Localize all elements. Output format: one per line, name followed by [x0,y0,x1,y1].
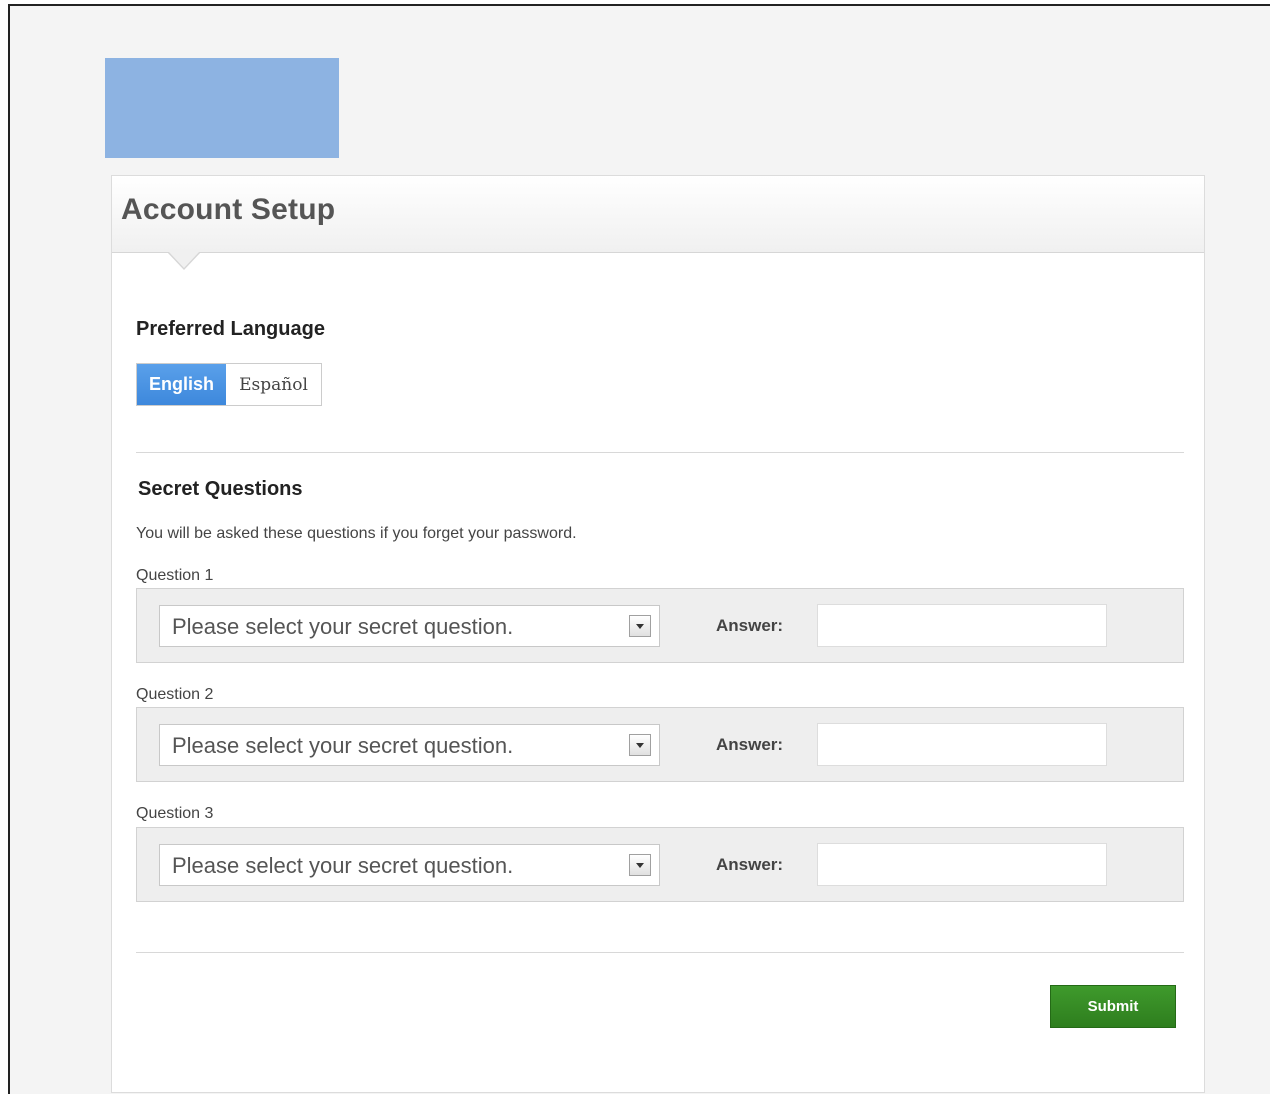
question-1-answer-label: Answer: [716,616,784,635]
logo-placeholder [105,58,339,158]
chevron-down-icon[interactable] [629,734,651,756]
language-option-espanol[interactable]: Español [226,364,321,405]
question-3-select-value: Please select your secret question. [172,853,514,878]
page-title: Account Setup [121,193,336,226]
language-toggle: English Español [136,363,322,406]
question-1-answer-input[interactable] [817,604,1107,647]
question-3-answer-label: Answer: [716,855,784,874]
question-2-answer-label: Answer: [716,735,784,754]
question-1-row: Please select your secret question. Answ… [136,588,1184,663]
question-2-answer-input[interactable] [817,723,1107,766]
question-3-answer-input[interactable] [817,843,1107,886]
question-2-label: Question 2 [136,686,214,703]
panel-header: Account Setup [112,176,1204,253]
submit-button[interactable]: Submit [1050,985,1176,1028]
header-notch-inner [168,251,200,268]
page-background: Account Setup Preferred Language English… [8,4,1270,1094]
preferred-language-heading: Preferred Language [136,318,325,340]
divider-top [136,452,1184,453]
question-2-select-value: Please select your secret question. [172,733,514,758]
language-option-english[interactable]: English [137,364,226,405]
chevron-down-icon[interactable] [629,854,651,876]
secret-questions-heading: Secret Questions [138,478,303,500]
chevron-down-icon[interactable] [629,615,651,637]
account-setup-panel: Account Setup Preferred Language English… [111,175,1205,1093]
question-1-label: Question 1 [136,567,214,584]
question-1-select[interactable]: Please select your secret question. [159,605,660,647]
question-3-row: Please select your secret question. Answ… [136,827,1184,902]
secret-questions-helper-text: You will be asked these questions if you… [136,525,577,542]
question-2-select[interactable]: Please select your secret question. [159,724,660,766]
question-3-select[interactable]: Please select your secret question. [159,844,660,886]
question-1-select-value: Please select your secret question. [172,614,514,639]
divider-bottom [136,952,1184,953]
question-3-label: Question 3 [136,805,214,822]
question-2-row: Please select your secret question. Answ… [136,707,1184,782]
